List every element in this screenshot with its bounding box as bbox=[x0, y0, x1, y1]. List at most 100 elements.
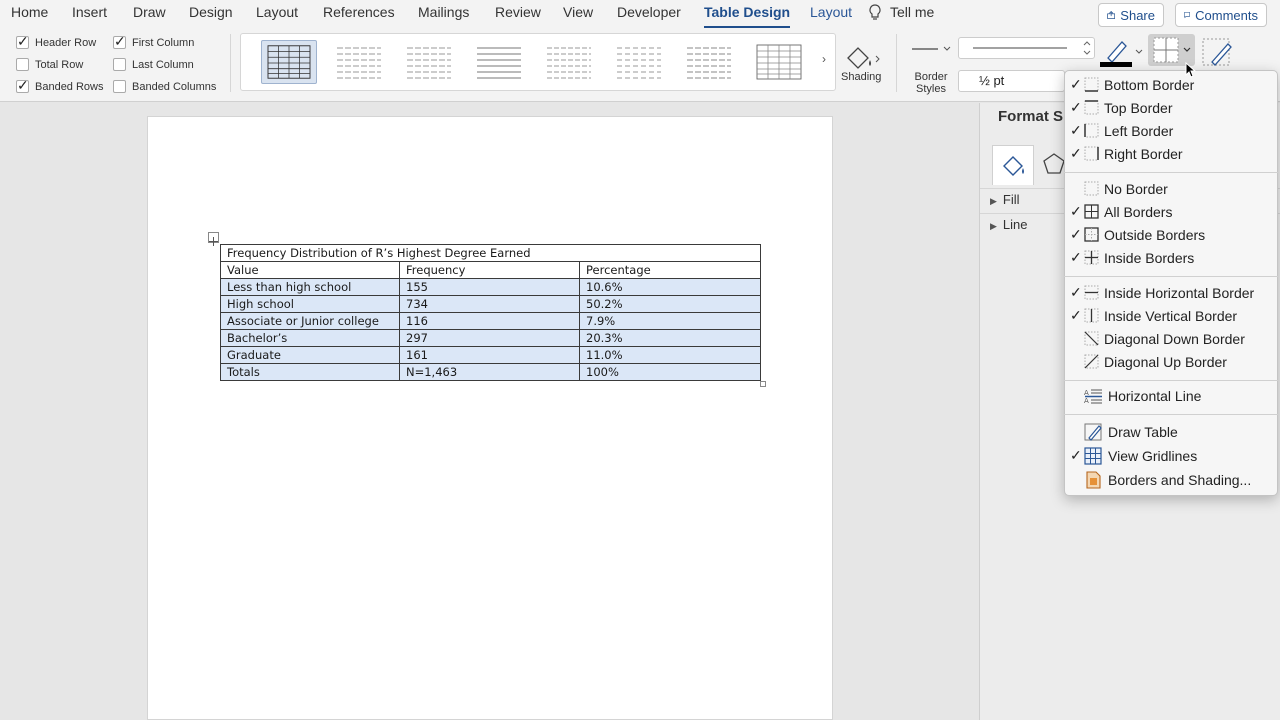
menu-item-diagonal-down-border[interactable]: Diagonal Down Border bbox=[1064, 328, 1278, 350]
menu-item-horizontal-line[interactable]: AA Horizontal Line bbox=[1064, 385, 1278, 407]
table-cell[interactable]: Less than high school bbox=[220, 278, 400, 296]
table-cell[interactable]: 155 bbox=[399, 278, 580, 296]
table-cell[interactable]: 20.3% bbox=[578, 329, 762, 347]
table-cell[interactable]: 161 bbox=[399, 346, 580, 364]
horizontal-line-icon: AA bbox=[1084, 389, 1102, 405]
share-button[interactable]: Share bbox=[1098, 3, 1164, 27]
option-banded-columns[interactable]: Banded Columns bbox=[113, 80, 216, 93]
table-style-plain-3[interactable] bbox=[471, 40, 527, 84]
menu-item-inside-borders[interactable]: ✓ Inside Borders bbox=[1064, 247, 1278, 269]
table-cell[interactable]: 7.9% bbox=[578, 312, 762, 330]
table-cell[interactable]: 11.0% bbox=[578, 346, 762, 364]
border-styles-button[interactable] bbox=[908, 36, 954, 62]
table-style-grid[interactable] bbox=[261, 40, 317, 84]
table-cell[interactable]: Graduate bbox=[220, 346, 400, 364]
tab-table-layout[interactable]: Layout bbox=[810, 4, 852, 20]
table-row: Totals N=1,463 100% bbox=[220, 363, 762, 381]
table-resize-handle[interactable] bbox=[760, 381, 766, 387]
menu-separator bbox=[1064, 380, 1278, 381]
last-column-checkbox[interactable] bbox=[113, 58, 126, 71]
banded-columns-checkbox[interactable] bbox=[113, 80, 126, 93]
table-cell[interactable]: 734 bbox=[399, 295, 580, 313]
table-cell[interactable]: 50.2% bbox=[578, 295, 762, 313]
table-cell[interactable]: Totals bbox=[220, 363, 400, 381]
borders-shading-icon bbox=[1086, 471, 1101, 489]
table-style-plain-4[interactable] bbox=[541, 40, 597, 84]
menu-item-right-border[interactable]: ✓ Right Border bbox=[1064, 143, 1278, 165]
option-first-column[interactable]: First Column bbox=[113, 33, 194, 50]
table-style-plain-1[interactable] bbox=[331, 40, 387, 84]
table-cell[interactable]: Bachelor’s bbox=[220, 329, 400, 347]
fill-line-tab[interactable] bbox=[992, 145, 1034, 185]
option-header-row[interactable]: Header Row bbox=[16, 33, 97, 50]
view-gridlines-icon bbox=[1084, 447, 1102, 465]
menu-item-draw-table[interactable]: Draw Table bbox=[1064, 421, 1278, 443]
menu-item-inside-vertical-border[interactable]: ✓ Inside Vertical Border bbox=[1064, 305, 1278, 327]
table-row: Less than high school 155 10.6% bbox=[220, 278, 762, 296]
table-move-handle[interactable] bbox=[208, 232, 219, 246]
tab-table-design[interactable]: Table Design bbox=[704, 4, 791, 29]
tab-developer[interactable]: Developer bbox=[617, 4, 681, 20]
table-style-plain-6[interactable] bbox=[681, 40, 737, 84]
tab-review[interactable]: Review bbox=[495, 4, 541, 20]
tab-layout[interactable]: Layout bbox=[256, 4, 298, 20]
table-cell[interactable]: High school bbox=[220, 295, 400, 313]
pen-color-button[interactable] bbox=[1100, 36, 1144, 68]
header-cell[interactable]: Value bbox=[220, 261, 400, 279]
menu-item-outside-borders[interactable]: ✓ Outside Borders bbox=[1064, 224, 1278, 246]
border-painter-icon[interactable] bbox=[1200, 36, 1236, 68]
table-cell[interactable]: 10.6% bbox=[578, 278, 762, 296]
table-style-plain-5[interactable] bbox=[611, 40, 667, 84]
menu-separator bbox=[1064, 172, 1278, 173]
menu-item-label: Diagonal Up Border bbox=[1104, 354, 1227, 370]
tab-mailings[interactable]: Mailings bbox=[418, 4, 469, 20]
table-row: Associate or Junior college 116 7.9% bbox=[220, 312, 762, 330]
table-style-plain-2[interactable] bbox=[401, 40, 457, 84]
header-row-checkbox[interactable] bbox=[16, 33, 29, 50]
tab-view[interactable]: View bbox=[563, 4, 593, 20]
menu-item-all-borders[interactable]: ✓ All Borders bbox=[1064, 201, 1278, 223]
tab-references[interactable]: References bbox=[323, 4, 395, 20]
total-row-checkbox[interactable] bbox=[16, 58, 29, 71]
menu-item-label: Left Border bbox=[1104, 123, 1174, 139]
inside-horizontal-border-icon bbox=[1084, 285, 1099, 300]
menu-item-borders-and-shading[interactable]: Borders and Shading... bbox=[1064, 469, 1278, 491]
table-cell[interactable]: Associate or Junior college bbox=[220, 312, 400, 330]
header-cell[interactable]: Percentage bbox=[578, 261, 762, 279]
share-icon bbox=[1107, 10, 1116, 19]
check-icon: ✓ bbox=[1070, 99, 1082, 115]
table-cell[interactable]: N=1,463 bbox=[399, 363, 580, 381]
table-title[interactable]: Frequency Distribution of R’s Highest De… bbox=[219, 244, 762, 262]
menu-item-inside-horizontal-border[interactable]: ✓ Inside Horizontal Border bbox=[1064, 282, 1278, 304]
tab-insert[interactable]: Insert bbox=[72, 4, 107, 20]
table-cell[interactable]: 100% bbox=[578, 363, 762, 381]
tell-me-search[interactable]: Tell me bbox=[890, 4, 934, 20]
line-weight-select[interactable]: ½ pt bbox=[958, 70, 1065, 92]
check-icon: ✓ bbox=[1070, 226, 1082, 242]
menu-item-top-border[interactable]: ✓ Top Border bbox=[1064, 97, 1278, 119]
line-style-select[interactable] bbox=[958, 37, 1095, 59]
frequency-table[interactable]: Frequency Distribution of R’s Highest De… bbox=[219, 244, 762, 381]
banded-rows-checkbox[interactable] bbox=[16, 77, 29, 94]
check-icon: ✓ bbox=[1070, 76, 1082, 92]
comments-button[interactable]: Comments bbox=[1175, 3, 1267, 27]
menu-item-left-border[interactable]: ✓ Left Border bbox=[1064, 120, 1278, 142]
option-last-column[interactable]: Last Column bbox=[113, 58, 194, 71]
tab-home[interactable]: Home bbox=[11, 4, 48, 20]
header-row-label: Header Row bbox=[35, 36, 97, 49]
tab-draw[interactable]: Draw bbox=[133, 4, 166, 20]
menu-item-bottom-border[interactable]: ✓ Bottom Border bbox=[1064, 74, 1278, 96]
table-style-grid-light[interactable] bbox=[751, 40, 807, 84]
option-banded-rows[interactable]: Banded Rows bbox=[16, 77, 104, 94]
menu-item-diagonal-up-border[interactable]: Diagonal Up Border bbox=[1064, 351, 1278, 373]
tab-design[interactable]: Design bbox=[189, 4, 233, 20]
menu-item-no-border[interactable]: No Border bbox=[1064, 178, 1278, 200]
option-total-row[interactable]: Total Row bbox=[16, 58, 83, 71]
header-cell[interactable]: Frequency bbox=[399, 261, 580, 279]
table-cell[interactable]: 297 bbox=[399, 329, 580, 347]
document-page[interactable] bbox=[147, 116, 833, 720]
menu-item-view-gridlines[interactable]: ✓ View Gridlines bbox=[1064, 445, 1278, 467]
table-cell[interactable]: 116 bbox=[399, 312, 580, 330]
gallery-more-arrow[interactable]: › bbox=[822, 52, 826, 66]
first-column-checkbox[interactable] bbox=[113, 33, 126, 50]
